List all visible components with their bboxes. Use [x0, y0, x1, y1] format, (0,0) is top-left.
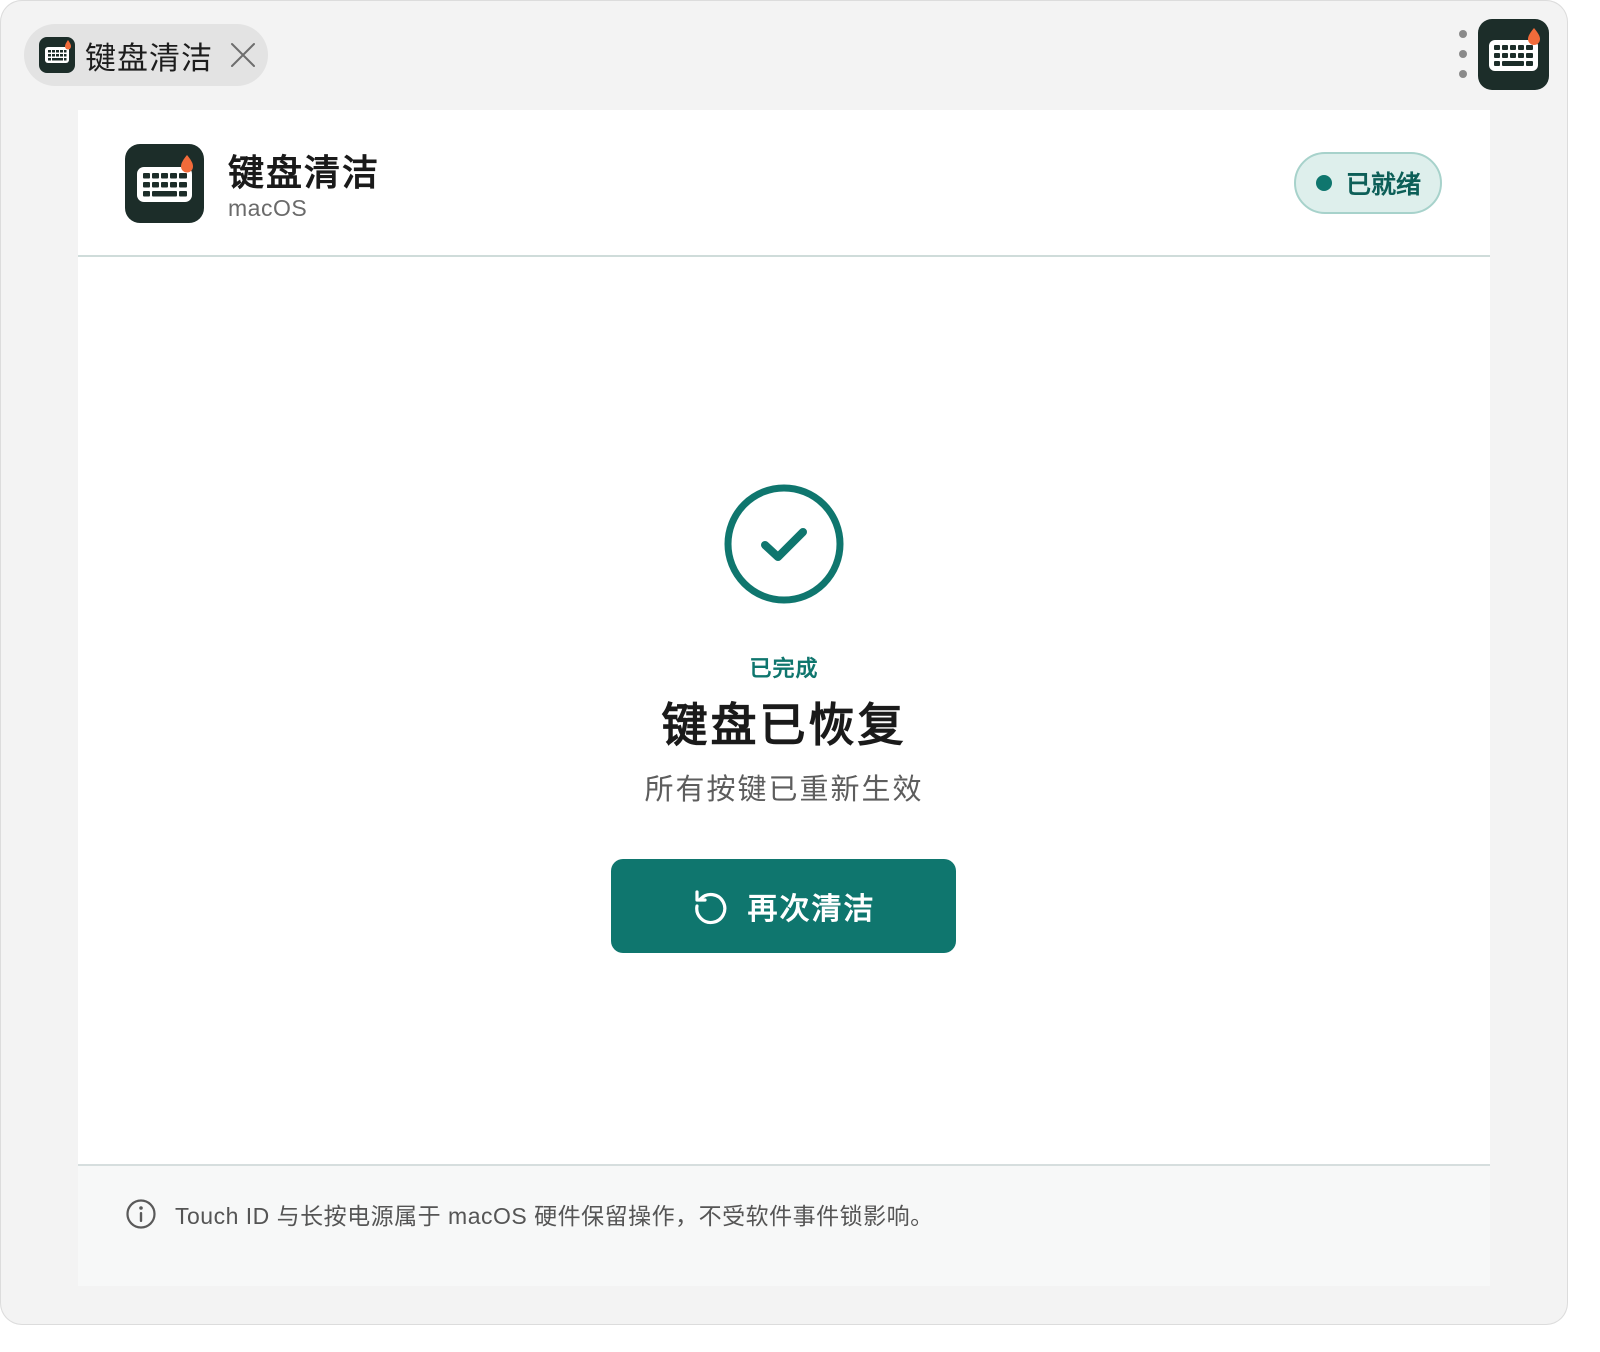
- tab-title: 键盘清洁: [85, 40, 213, 76]
- app-window: 键盘清洁 键盘清洁 macOS 已就绪 已完成 键盘已恢复 所有按键已重新生效 …: [0, 0, 1568, 1325]
- keyboard-icon: [125, 144, 204, 223]
- status-dot-icon: [1316, 175, 1332, 191]
- done-label: 已完成: [749, 656, 819, 681]
- info-icon: [126, 1199, 156, 1229]
- keyboard-icon: [1489, 28, 1540, 71]
- result-subtitle: 所有按键已重新生效: [644, 774, 924, 806]
- card-header: 键盘清洁 macOS 已就绪: [78, 110, 1490, 257]
- clean-again-label: 再次清洁: [747, 893, 876, 926]
- clean-again-button[interactable]: 再次清洁: [611, 859, 956, 953]
- close-icon: [231, 43, 255, 67]
- more-vertical-icon[interactable]: [1450, 30, 1476, 78]
- refresh-icon: [692, 887, 730, 925]
- main-card: 键盘清洁 macOS 已就绪 已完成 键盘已恢复 所有按键已重新生效 再次清洁: [78, 110, 1490, 1286]
- footer-note: Touch ID 与长按电源属于 macOS 硬件保留操作，不受软件事件锁影响。: [175, 1203, 934, 1229]
- tab-close-button[interactable]: [229, 41, 257, 69]
- result-title: 键盘已恢复: [661, 699, 907, 751]
- tab-keyboard-clean[interactable]: 键盘清洁: [24, 24, 268, 86]
- check-circle-icon: [724, 484, 844, 604]
- app-icon-button[interactable]: [1478, 19, 1549, 90]
- card-footer: Touch ID 与长按电源属于 macOS 硬件保留操作，不受软件事件锁影响。: [78, 1164, 1490, 1286]
- app-platform: macOS: [228, 195, 308, 221]
- app-title: 键盘清洁: [228, 152, 381, 193]
- status-badge: 已就绪: [1294, 152, 1442, 214]
- keyboard-icon: [39, 37, 75, 73]
- status-label: 已就绪: [1346, 171, 1422, 199]
